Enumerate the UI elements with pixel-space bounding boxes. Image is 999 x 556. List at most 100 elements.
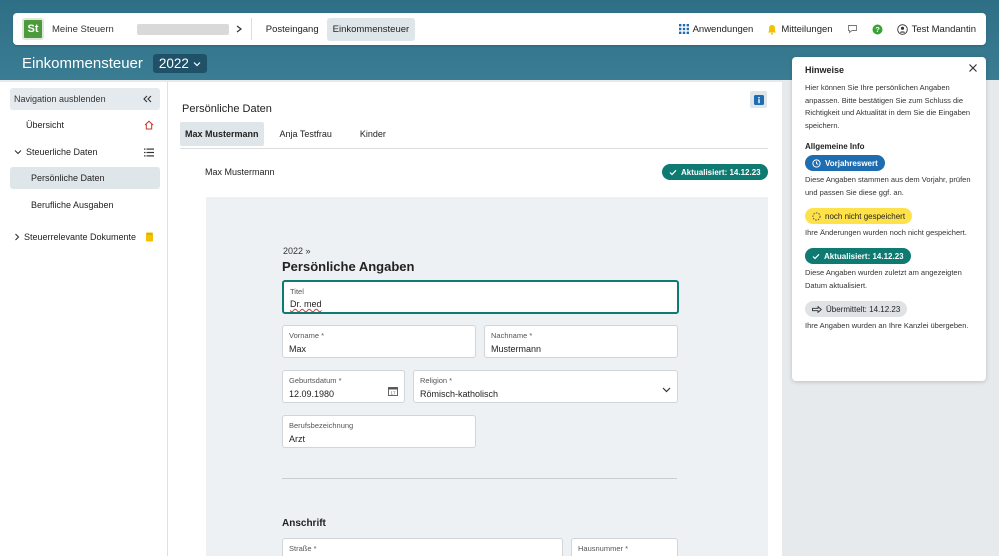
- strasse-label: Straße *: [289, 544, 317, 553]
- badge-unsaved-label: noch nicht gespeichert: [825, 211, 906, 221]
- chevron-down-icon: [193, 61, 201, 67]
- calendar-icon[interactable]: 17: [388, 386, 398, 396]
- hints-text-unsaved: Ihre Änderungen wurden noch nicht gespei…: [805, 228, 967, 237]
- brand-link[interactable]: Meine Steuern: [52, 24, 114, 35]
- app-logo[interactable]: St: [22, 18, 44, 40]
- hausnummer-field[interactable]: Hausnummer *: [571, 538, 678, 556]
- sidebar-item-uebersicht[interactable]: Übersicht: [10, 114, 160, 136]
- berufsbezeichnung-field[interactable]: Berufsbezeichnung Arzt: [282, 415, 476, 448]
- person-name: Max Mustermann: [205, 167, 275, 177]
- geburtsdatum-value: 12.09.1980: [289, 389, 335, 399]
- status-badge: Aktualisiert: 14.12.23: [662, 164, 768, 180]
- year-selector[interactable]: 2022: [152, 54, 207, 73]
- strasse-field[interactable]: Straße *: [282, 538, 563, 556]
- titel-field[interactable]: Titel Dr. med: [282, 280, 679, 314]
- sidebar-item-label: Steuerliche Daten: [26, 147, 98, 157]
- badge-updated: Aktualisiert: 14.12.23: [805, 248, 911, 264]
- grid-icon: [678, 24, 689, 34]
- hints-text-updated: Diese Angaben wurden zuletzt am angezeig…: [805, 268, 962, 290]
- vorname-label: Vorname *: [289, 331, 325, 340]
- religion-select[interactable]: Religion * Römisch-katholisch: [413, 370, 678, 403]
- help-icon[interactable]: ?: [872, 24, 883, 35]
- hints-title: Hinweise: [805, 65, 845, 75]
- nachname-value: Mustermann: [491, 344, 542, 354]
- badge-unsaved: noch nicht gespeichert: [805, 208, 913, 224]
- hide-navigation-button[interactable]: Navigation ausblenden: [10, 88, 160, 110]
- vorname-value: Max: [289, 344, 307, 354]
- arrow-right-icon: [812, 305, 822, 313]
- tab-kinder[interactable]: Kinder: [354, 122, 392, 146]
- nav-posteingang[interactable]: Posteingang: [260, 18, 325, 41]
- user-icon: [896, 23, 908, 35]
- check-icon: [812, 253, 820, 260]
- svg-text:?: ?: [875, 25, 880, 34]
- sidebar-item-label: Persönliche Daten: [31, 173, 105, 183]
- client-selector[interactable]: [136, 23, 229, 35]
- geburtsdatum-label: Geburtsdatum *: [289, 376, 342, 385]
- badge-vorjahreswert: Vorjahreswert: [805, 155, 885, 171]
- double-chevron-left-icon: [143, 95, 152, 103]
- hints-general-heading: Allgemeine Info: [805, 142, 865, 151]
- nachname-label: Nachname *: [491, 331, 533, 340]
- berufsbezeichnung-label: Berufsbezeichnung: [289, 421, 354, 430]
- home-icon: [144, 120, 154, 130]
- sidebar-item-steuerrelevante-dokumente[interactable]: Steuerrelevante Dokumente: [10, 226, 160, 248]
- messages-menu[interactable]: Mitteilungen: [767, 23, 833, 35]
- folder-icon: [145, 232, 154, 242]
- list-icon: [144, 148, 154, 157]
- year-value: 2022: [158, 56, 189, 71]
- sidebar: Navigation ausblenden Übersicht Steuerli…: [0, 82, 168, 556]
- messages-label: Mitteilungen: [781, 23, 833, 35]
- sidebar-item-label: Steuerrelevante Dokumente: [24, 232, 137, 242]
- chevron-right-icon: [14, 233, 20, 241]
- pending-icon: [812, 211, 821, 221]
- sidebar-item-label: Berufliche Ausgaben: [31, 200, 114, 210]
- form-title: Persönliche Angaben: [282, 259, 415, 274]
- section-title: Persönliche Daten: [182, 103, 272, 115]
- hints-panel: Hinweise Hier können Sie Ihre persönlich…: [792, 57, 986, 381]
- bell-icon: [767, 24, 777, 35]
- sidebar-item-berufliche-ausgaben[interactable]: Berufliche Ausgaben: [10, 194, 160, 216]
- hausnummer-label: Hausnummer *: [578, 544, 629, 553]
- tabs-divider: [180, 148, 768, 149]
- tab-max-mustermann[interactable]: Max Mustermann: [180, 122, 264, 146]
- badge-updated-label: Aktualisiert: 14.12.23: [824, 251, 904, 261]
- chevron-right-icon[interactable]: [233, 23, 245, 35]
- badge-sent: Übermittelt: 14.12.23: [805, 301, 908, 317]
- geburtsdatum-field[interactable]: Geburtsdatum * 12.09.1980 17: [282, 370, 405, 403]
- sidebar-item-steuerliche-daten[interactable]: Steuerliche Daten: [10, 141, 160, 163]
- hide-navigation-label: Navigation ausblenden: [14, 94, 106, 104]
- sidebar-item-label: Übersicht: [26, 120, 65, 130]
- check-icon: [669, 169, 677, 176]
- main-frame: Navigation ausblenden Übersicht Steuerli…: [0, 82, 782, 556]
- badge-vorjahreswert-label: Vorjahreswert: [825, 158, 878, 168]
- badge-sent-label: Übermittelt: 14.12.23: [826, 304, 901, 314]
- chevron-down-icon: [14, 149, 22, 155]
- page-header: Einkommensteuer 2022: [22, 54, 207, 73]
- form-breadcrumb[interactable]: 2022 »: [283, 246, 311, 256]
- titel-value: Dr. med: [290, 299, 322, 309]
- top-navigation: St Meine Steuern Posteingang Einkommenst…: [13, 13, 986, 45]
- status-badge-label: Aktualisiert: 14.12.23: [681, 167, 761, 177]
- hints-intro: Hier können Sie Ihre persönlichen Angabe…: [805, 83, 971, 130]
- sidebar-item-persoenliche-daten[interactable]: Persönliche Daten: [10, 167, 160, 189]
- vorname-field[interactable]: Vorname * Max: [282, 325, 476, 358]
- nachname-field[interactable]: Nachname * Mustermann: [484, 325, 678, 358]
- religion-label: Religion *: [420, 376, 453, 385]
- form-divider: [282, 478, 677, 479]
- tab-anja-testfrau[interactable]: Anja Testfrau: [274, 122, 338, 146]
- apps-menu[interactable]: Anwendungen: [678, 24, 753, 35]
- svg-text:17: 17: [390, 391, 396, 396]
- page-title: Einkommensteuer: [22, 55, 143, 72]
- info-icon: [753, 94, 764, 105]
- hints-text-prev: Diese Angaben stammen aus dem Vorjahr, p…: [805, 175, 971, 197]
- nav-einkommensteuer[interactable]: Einkommensteuer: [326, 17, 416, 41]
- address-title: Anschrift: [282, 518, 326, 529]
- chat-icon[interactable]: [847, 24, 858, 34]
- info-button[interactable]: [750, 91, 767, 108]
- close-icon[interactable]: [968, 63, 978, 73]
- user-menu[interactable]: Test Mandantin: [896, 23, 976, 35]
- nav-divider: [250, 18, 252, 40]
- titel-label: Titel: [290, 287, 304, 296]
- chevron-down-icon: [662, 387, 671, 393]
